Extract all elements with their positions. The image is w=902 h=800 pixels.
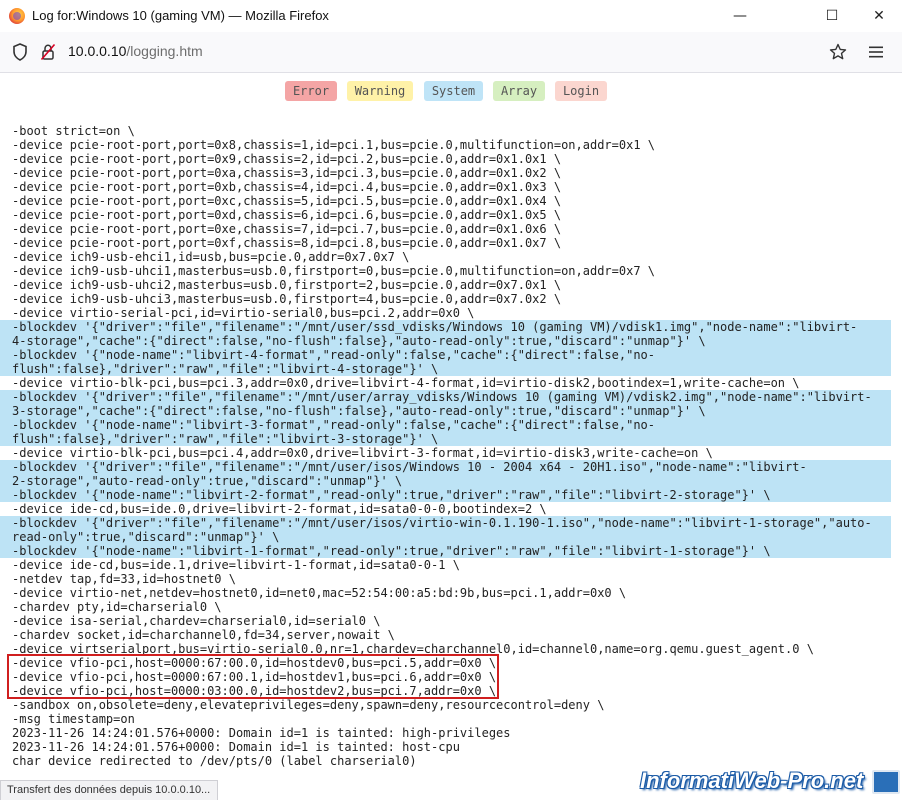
firefox-logo-icon — [9, 8, 25, 24]
log-line: -msg timestamp=on — [12, 712, 135, 726]
log-line: -device ide-cd,bus=ide.1,drive=libvirt-1… — [12, 558, 460, 572]
log-line: flush":false},"driver":"raw","file":"lib… — [0, 362, 891, 376]
log-line: flush":false},"driver":"raw","file":"lib… — [0, 432, 891, 446]
status-bar: Transfert des données depuis 10.0.0.10..… — [0, 780, 218, 800]
url-host: 10.0.0.10 — [68, 43, 127, 59]
filter-warning-button[interactable]: Warning — [347, 81, 413, 101]
url-path: /logging.htm — [126, 43, 203, 59]
close-button[interactable]: ✕ — [856, 0, 902, 32]
maximize-button[interactable]: ☐ — [809, 0, 855, 32]
log-line: -device virtio-blk-pci,bus=pci.4,addr=0x… — [12, 446, 713, 460]
log-line: -blockdev '{"driver":"file","filename":"… — [0, 460, 891, 474]
log-line: -device pcie-root-port,port=0xe,chassis=… — [12, 222, 562, 236]
log-line: -blockdev '{"driver":"file","filename":"… — [0, 516, 891, 530]
log-line: -device ich9-usb-uhci3,masterbus=usb.0,f… — [12, 292, 562, 306]
filter-array-button[interactable]: Array — [493, 81, 545, 101]
log-line: 4-storage","cache":{"direct":false,"no-f… — [0, 334, 891, 348]
log-line: -blockdev '{"driver":"file","filename":"… — [0, 390, 891, 404]
log-line: char device redirected to /dev/pts/0 (la… — [12, 754, 417, 768]
minimize-button[interactable]: — — [717, 0, 763, 32]
log-line: -boot strict=on \ — [12, 124, 135, 138]
log-line: -blockdev '{"node-name":"libvirt-3-forma… — [0, 418, 891, 432]
log-line: -device pcie-root-port,port=0xc,chassis=… — [12, 194, 562, 208]
log-line: -netdev tap,fd=33,id=hostnet0 \ — [12, 572, 236, 586]
log-line: -device pcie-root-port,port=0xf,chassis=… — [12, 236, 562, 250]
log-line: -blockdev '{"driver":"file","filename":"… — [0, 320, 891, 334]
log-line: -device pcie-root-port,port=0xb,chassis=… — [12, 180, 562, 194]
log-line: -device ich9-usb-uhci2,masterbus=usb.0,f… — [12, 278, 562, 292]
log-line: -chardev socket,id=charchannel0,fd=34,se… — [12, 628, 395, 642]
log-line: 2023-11-26 14:24:01.576+0000: Domain id=… — [12, 740, 460, 754]
hamburger-menu-icon[interactable] — [866, 42, 886, 62]
log-line: 2-storage","auto-read-only":true,"discar… — [0, 474, 891, 488]
url-text[interactable]: 10.0.0.10/logging.htm — [68, 43, 203, 59]
filter-system-button[interactable]: System — [424, 81, 483, 101]
window-title: Log for:Windows 10 (gaming VM) — Mozilla… — [32, 8, 329, 23]
log-line: 2023-11-26 14:24:01.576+0000: Domain id=… — [12, 726, 511, 740]
log-line: -blockdev '{"node-name":"libvirt-4-forma… — [0, 348, 891, 362]
log-line: -chardev pty,id=charserial0 \ — [12, 600, 222, 614]
filter-login-button[interactable]: Login — [555, 81, 607, 101]
window-titlebar: Log for:Windows 10 (gaming VM) — Mozilla… — [0, 0, 902, 32]
vfio-highlight-box — [7, 654, 499, 699]
watermark-laptop-icon — [872, 770, 900, 794]
watermark-text: InformatiWeb-Pro.net — [640, 768, 864, 793]
insecure-lock-icon[interactable] — [38, 42, 58, 62]
log-line: -device ich9-usb-uhci1,masterbus=usb.0,f… — [12, 264, 655, 278]
log-line: -sandbox on,obsolete=deny,elevateprivile… — [12, 698, 605, 712]
log-line: -device pcie-root-port,port=0xd,chassis=… — [12, 208, 562, 222]
log-line: -device virtio-net,netdev=hostnet0,id=ne… — [12, 586, 627, 600]
log-line: -device isa-serial,chardev=charserial0,i… — [12, 614, 381, 628]
log-line: -device virtio-blk-pci,bus=pci.3,addr=0x… — [12, 376, 800, 390]
log-line: -device ich9-usb-ehci1,id=usb,bus=pcie.0… — [12, 250, 410, 264]
log-line: -device pcie-root-port,port=0x9,chassis=… — [12, 152, 562, 166]
log-line: read-only":true,"discard":"unmap"}' \ — [0, 530, 891, 544]
log-line: -device ide-cd,bus=ide.0,drive=libvirt-2… — [12, 502, 547, 516]
log-line: -device virtio-serial-pci,id=virtio-seri… — [12, 306, 475, 320]
filter-error-button[interactable]: Error — [285, 81, 337, 101]
log-line: -device pcie-root-port,port=0xa,chassis=… — [12, 166, 562, 180]
log-line: -blockdev '{"node-name":"libvirt-1-forma… — [0, 544, 891, 558]
shield-icon[interactable] — [10, 42, 30, 62]
log-line: -blockdev '{"node-name":"libvirt-2-forma… — [0, 488, 891, 502]
bookmark-star-icon[interactable] — [828, 42, 848, 62]
log-line: 3-storage","cache":{"direct":false,"no-f… — [0, 404, 891, 418]
log-line: -device pcie-root-port,port=0x8,chassis=… — [12, 138, 655, 152]
